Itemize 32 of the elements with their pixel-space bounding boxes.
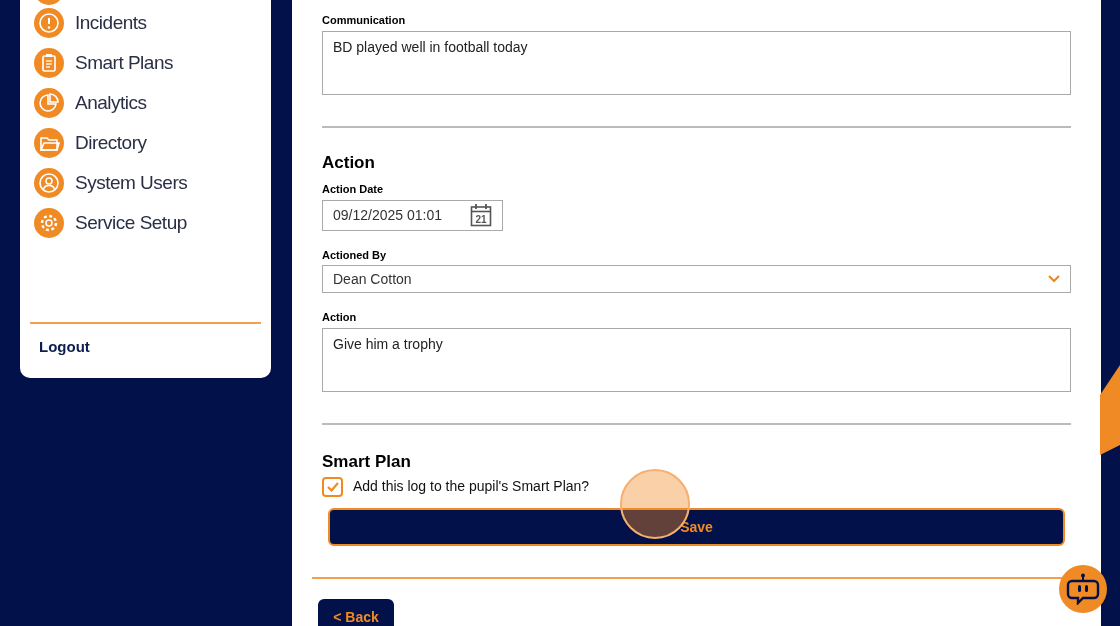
section-heading: Smart Plan: [322, 450, 412, 473]
checkmark-icon: [326, 481, 339, 492]
date-value: 09/12/2025 01:01: [333, 205, 442, 225]
actioned-by-select[interactable]: Dean Cotton: [322, 265, 1071, 293]
date-input[interactable]: 09/12/2025 01:01 21: [322, 199, 503, 231]
field-label: Action: [322, 310, 358, 325]
pie-chart-icon: [34, 88, 64, 118]
clipboard-icon: [34, 48, 64, 78]
sidebar-item[interactable]: System Users: [34, 163, 271, 203]
sidebar-item[interactable]: Smart Plans: [34, 43, 271, 83]
checkbox-label: Add this log to the pupil's Smart Plan?: [353, 477, 590, 496]
section-heading: Action: [322, 151, 376, 174]
logout-link[interactable]: Logout: [39, 335, 90, 358]
user-icon: [34, 168, 64, 198]
field-label: Communication: [322, 13, 407, 28]
field-label: Actioned By: [322, 247, 388, 263]
calendar-icon[interactable]: 21: [470, 203, 492, 227]
checkbox[interactable]: [322, 476, 343, 497]
sidebar-item[interactable]: Service Setup: [34, 203, 271, 243]
action-textarea[interactable]: Give him a trophy: [322, 327, 1071, 392]
chevron-down-icon: [1048, 275, 1060, 283]
gear-icon: [34, 208, 64, 238]
save-button[interactable]: Save: [328, 508, 1065, 546]
back-button[interactable]: < Back: [318, 599, 394, 626]
folder-icon: [34, 128, 64, 158]
sidebar-item[interactable]: Analytics: [34, 83, 271, 123]
alert-icon: [34, 8, 64, 38]
sidebar-item[interactable]: Directory: [34, 123, 271, 163]
sidebar-item[interactable]: Incidents: [34, 3, 271, 43]
select-value: Dean Cotton: [333, 269, 412, 289]
field-label: Action Date: [322, 182, 385, 197]
communication-textarea[interactable]: BD played well in football today: [322, 30, 1071, 95]
